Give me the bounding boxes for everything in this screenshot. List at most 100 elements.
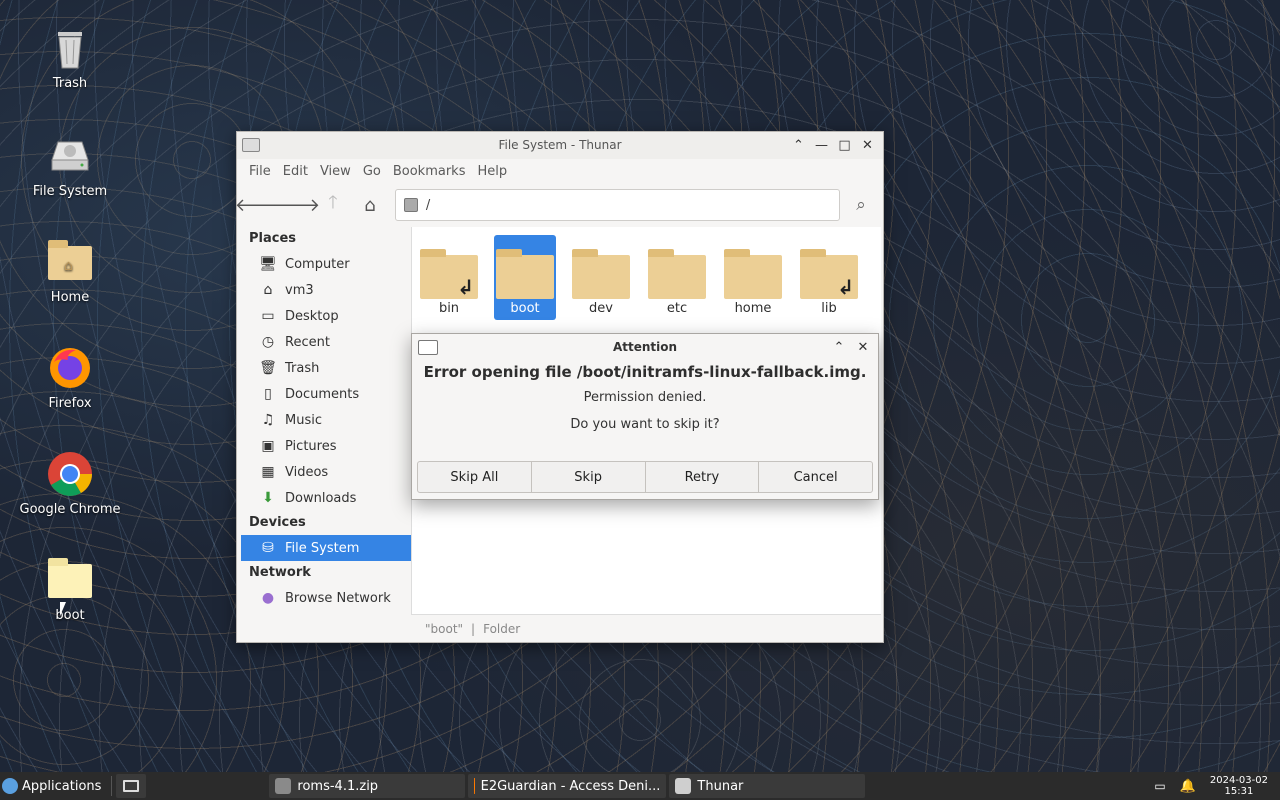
archive-icon — [275, 778, 292, 794]
minimize-icon[interactable]: — — [812, 136, 831, 155]
sidebar-item-music[interactable]: ♫ Music — [241, 407, 411, 433]
sidebar-item-vm3[interactable]: ⌂ vm3 — [241, 277, 411, 303]
sidebar-item-computer[interactable]: 🖥 Computer — [241, 251, 411, 277]
system-tray: ▭ 🔔 2024-03-02 15:31 — [1154, 775, 1280, 797]
trash-icon: 🗑 — [259, 360, 277, 376]
download-icon: ⬇ — [262, 490, 274, 506]
drive-icon — [403, 198, 418, 212]
menu-view[interactable]: View — [314, 164, 357, 179]
applications-menu-button[interactable]: Applications — [0, 772, 107, 800]
sidebar-item-label: vm3 — [285, 282, 314, 298]
sidebar-item-label: File System — [285, 540, 360, 556]
firefox-icon — [46, 344, 94, 392]
mouse-cursor-icon — [60, 602, 66, 616]
up-button[interactable]: 🡑 — [317, 189, 349, 221]
clock-time: 15:31 — [1224, 786, 1254, 797]
sidebar-item-label: Pictures — [285, 438, 337, 454]
shade-icon[interactable]: ⌃ — [830, 338, 848, 356]
desktop-icon-label: Google Chrome — [19, 502, 121, 517]
sidebar-item-trash[interactable]: 🗑 Trash — [241, 355, 411, 381]
skip-button[interactable]: Skip — [532, 462, 646, 492]
desktop-icon-label: Firefox — [48, 396, 92, 411]
shade-icon[interactable]: ⌃ — [789, 136, 808, 155]
desktop-icon-home[interactable]: ⌂ Home — [15, 238, 125, 305]
sidebar-header-devices: Devices — [249, 515, 306, 530]
desktop-icon-label: boot — [55, 608, 85, 623]
file-item-boot[interactable]: boot — [494, 235, 556, 320]
location-bar[interactable]: / — [394, 189, 841, 221]
desktop-icon-file-system[interactable]: File System — [15, 132, 125, 199]
sidebar-item-videos[interactable]: ▦ Videos — [241, 459, 411, 485]
menubar: File Edit View Go Bookmarks Help — [237, 159, 883, 183]
sidebar-item-documents[interactable]: ▯ Documents — [241, 381, 411, 407]
computer-icon: 🖥 — [259, 256, 277, 272]
sidebar-item-label: Desktop — [285, 308, 339, 324]
search-button[interactable]: ⌕ — [845, 195, 877, 215]
file-item-home[interactable]: home — [722, 235, 784, 320]
sidebar-item-file-system[interactable]: ⛁ File System — [241, 535, 411, 561]
desktop-icon-google-chrome[interactable]: Google Chrome — [15, 450, 125, 517]
cancel-button[interactable]: Cancel — [759, 462, 872, 492]
desktop-icon-trash[interactable]: Trash — [15, 24, 125, 91]
clock[interactable]: 2024-03-02 15:31 — [1210, 775, 1268, 797]
folder-icon — [646, 239, 708, 301]
file-item-lib[interactable]: ↲ lib — [798, 235, 860, 320]
taskbar-separator — [111, 776, 113, 796]
status-separator: | — [471, 621, 476, 636]
maximize-icon[interactable]: □ — [835, 136, 854, 155]
drive-icon: ⛁ — [262, 540, 274, 556]
sidebar-item-pictures[interactable]: ▣ Pictures — [241, 433, 411, 459]
notification-bell-icon[interactable]: 🔔 — [1180, 779, 1196, 794]
sidebar-item-recent[interactable]: ◷ Recent — [241, 329, 411, 355]
desktop-icon-boot[interactable]: boot — [15, 556, 125, 623]
folder-icon — [570, 239, 632, 301]
sidebar-item-label: Music — [285, 412, 322, 428]
home-button[interactable]: ⌂ — [354, 189, 386, 221]
trash-icon — [46, 24, 94, 72]
sidebar-item-label: Computer — [285, 256, 350, 272]
task-label: roms-4.1.zip — [297, 778, 379, 794]
file-item-label: etc — [666, 301, 688, 316]
file-item-dev[interactable]: dev — [570, 235, 632, 320]
file-item-etc[interactable]: etc — [646, 235, 708, 320]
dialog-heading: Error opening file /boot/initramfs-linux… — [423, 363, 867, 381]
skip-all-button[interactable]: Skip All — [418, 462, 532, 492]
sidebar-header-network: Network — [249, 565, 311, 580]
dialog-titlebar[interactable]: Attention ⌃ ✕ — [412, 334, 878, 361]
status-selected-name: "boot" — [425, 621, 464, 636]
sidebar-item-label: Downloads — [285, 490, 357, 506]
retry-button[interactable]: Retry — [646, 462, 760, 492]
sidebar-item-desktop[interactable]: ▭ Desktop — [241, 303, 411, 329]
file-item-label: boot — [510, 301, 540, 316]
back-button[interactable]: 🡐 — [235, 189, 283, 221]
show-desktop-icon — [123, 780, 140, 792]
forward-button[interactable]: 🡒 — [272, 189, 320, 221]
menu-file[interactable]: File — [243, 164, 277, 179]
menu-help[interactable]: Help — [471, 164, 513, 179]
sidebar-header-places: Places — [249, 231, 297, 246]
task-thunar[interactable]: Thunar — [669, 774, 866, 798]
close-icon[interactable]: ✕ — [858, 136, 877, 155]
menu-edit[interactable]: Edit — [277, 164, 314, 179]
drive-icon — [46, 132, 94, 180]
taskbar: Applications roms-4.1.zip E2Guardian - A… — [0, 772, 1280, 800]
desktop-icon-firefox[interactable]: Firefox — [15, 344, 125, 411]
file-item-label: bin — [438, 301, 460, 316]
window-titlebar[interactable]: File System - Thunar ⌃ — □ ✕ — [237, 132, 883, 159]
toolbar: 🡐 🡒 🡑 ⌂ / ⌕ — [235, 183, 883, 227]
folder-icon: ↲ — [418, 239, 480, 301]
sidebar-item-downloads[interactable]: ⬇ Downloads — [241, 485, 411, 511]
menu-bookmarks[interactable]: Bookmarks — [387, 164, 472, 179]
file-item-bin[interactable]: ↲ bin — [418, 235, 480, 320]
desktop-icon-label: Home — [50, 290, 90, 305]
show-desktop-button[interactable] — [116, 774, 147, 798]
close-icon[interactable]: ✕ — [854, 338, 872, 356]
task-e2guardian[interactable]: E2Guardian - Access Deni... — [468, 774, 667, 798]
menu-go[interactable]: Go — [357, 164, 387, 179]
task-roms-zip[interactable]: roms-4.1.zip — [269, 774, 466, 798]
sidebar-item-label: Trash — [285, 360, 320, 376]
dialog-title: Attention — [612, 340, 678, 354]
battery-icon[interactable]: ▭ — [1154, 779, 1165, 793]
attention-dialog: Attention ⌃ ✕ Error opening file /boot/i… — [411, 333, 879, 500]
sidebar-item-browse-network[interactable]: ● Browse Network — [241, 585, 411, 611]
